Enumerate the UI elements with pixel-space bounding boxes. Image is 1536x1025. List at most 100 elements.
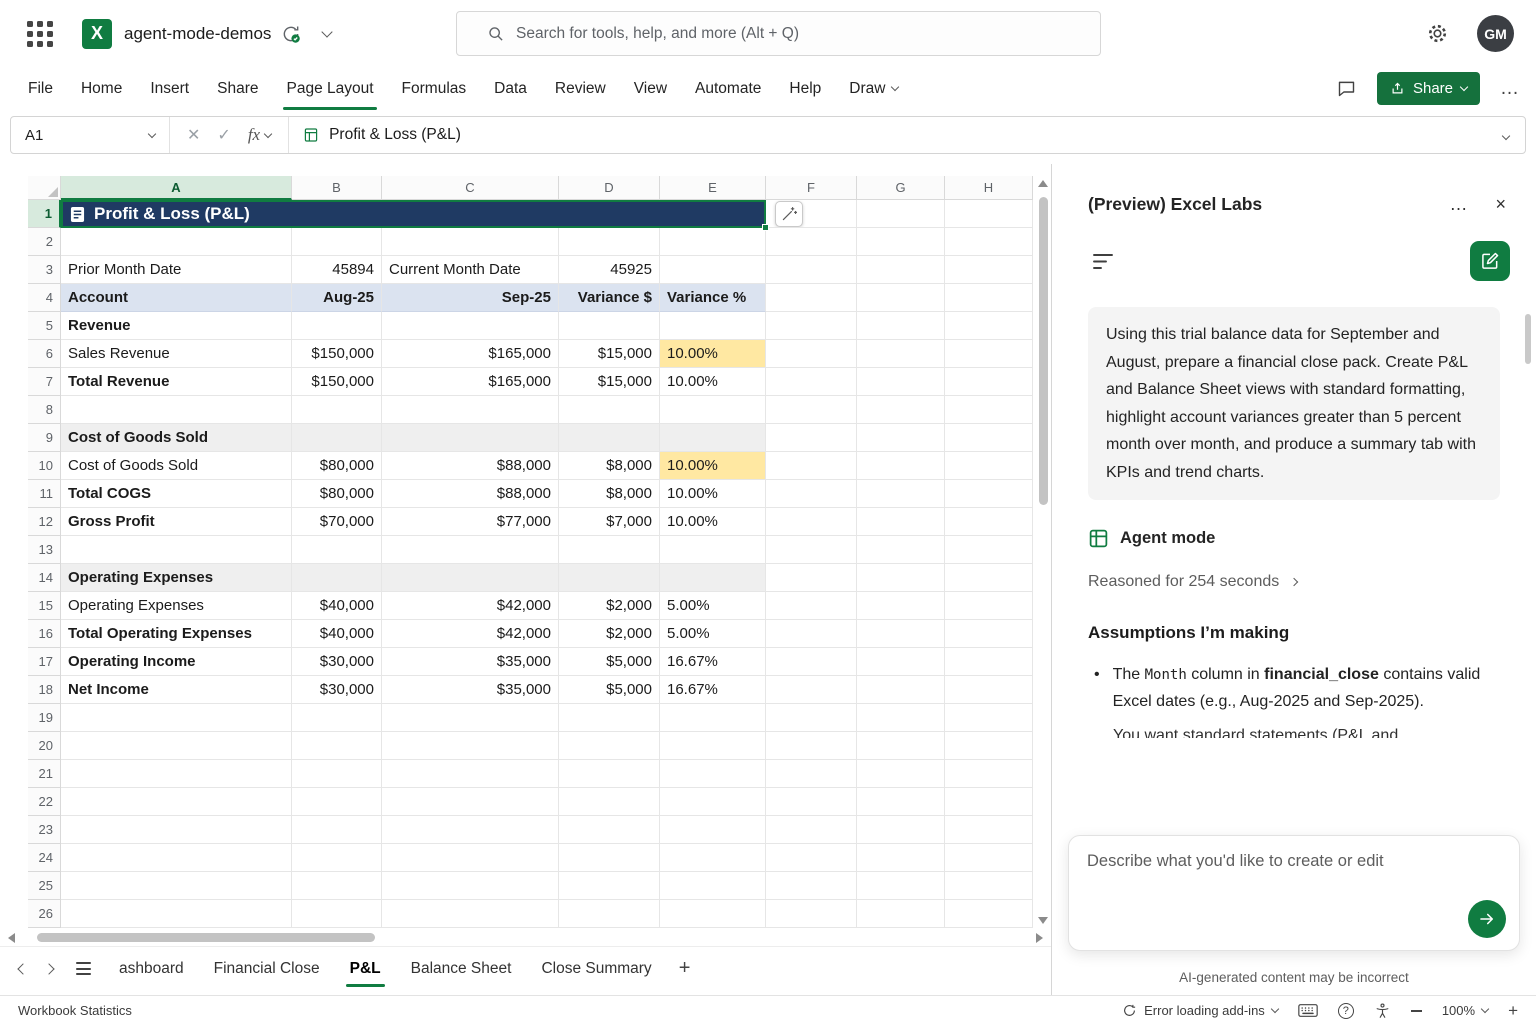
cell-A19[interactable] (61, 704, 292, 732)
cell-G19[interactable] (857, 704, 945, 732)
fill-handle[interactable] (762, 224, 769, 231)
cell-G9[interactable] (857, 424, 945, 452)
cell-D25[interactable] (559, 872, 660, 900)
cell-A8[interactable] (61, 396, 292, 424)
row-header-7[interactable]: 7 (28, 368, 61, 396)
cell-G13[interactable] (857, 536, 945, 564)
cell-F16[interactable] (766, 620, 857, 648)
horizontal-scroll-track[interactable] (23, 933, 1028, 943)
row-header-25[interactable]: 25 (28, 872, 61, 900)
cell-B22[interactable] (292, 788, 382, 816)
cell-D3[interactable]: 45925 (559, 256, 660, 284)
cell-C14[interactable] (382, 564, 559, 592)
cell-H1[interactable] (945, 200, 1033, 228)
cell-D4[interactable]: Variance $ (559, 284, 660, 312)
menu-tab-review[interactable]: Review (541, 67, 620, 110)
cell-F12[interactable] (766, 508, 857, 536)
vertical-scrollbar[interactable] (1035, 176, 1051, 928)
cell-B19[interactable] (292, 704, 382, 732)
cell-F2[interactable] (766, 228, 857, 256)
row-header-20[interactable]: 20 (28, 732, 61, 760)
cell-D22[interactable] (559, 788, 660, 816)
row-header-8[interactable]: 8 (28, 396, 61, 424)
cell-E4[interactable]: Variance % (660, 284, 766, 312)
cell-A14[interactable]: Operating Expenses (61, 564, 292, 592)
cell-C12[interactable]: $77,000 (382, 508, 559, 536)
row-header-18[interactable]: 18 (28, 676, 61, 704)
row-header-22[interactable]: 22 (28, 788, 61, 816)
cell-E8[interactable] (660, 396, 766, 424)
cell-F15[interactable] (766, 592, 857, 620)
workbook-title[interactable]: agent-mode-demos (124, 24, 271, 44)
horizontal-scrollbar[interactable] (0, 930, 1051, 946)
scroll-right-arrow-icon[interactable] (1036, 933, 1043, 943)
cell-B13[interactable] (292, 536, 382, 564)
cell-D24[interactable] (559, 844, 660, 872)
pane-scroll-thumb[interactable] (1525, 314, 1531, 364)
cell-D12[interactable]: $7,000 (559, 508, 660, 536)
row-header-5[interactable]: 5 (28, 312, 61, 340)
settings-gear-icon[interactable] (1426, 22, 1449, 45)
cell-D13[interactable] (559, 536, 660, 564)
cell-B10[interactable]: $80,000 (292, 452, 382, 480)
cell-B8[interactable] (292, 396, 382, 424)
cell-D16[interactable]: $2,000 (559, 620, 660, 648)
cell-B20[interactable] (292, 732, 382, 760)
cell-C8[interactable] (382, 396, 559, 424)
cell-E5[interactable] (660, 312, 766, 340)
reasoned-expand-chevron-icon[interactable] (1290, 578, 1298, 586)
horizontal-scroll-thumb[interactable] (37, 933, 375, 942)
cell-C21[interactable] (382, 760, 559, 788)
cell-A2[interactable] (61, 228, 292, 256)
cell-H6[interactable] (945, 340, 1033, 368)
column-header-D[interactable]: D (559, 176, 660, 200)
cell-A16[interactable]: Total Operating Expenses (61, 620, 292, 648)
cell-C6[interactable]: $165,000 (382, 340, 559, 368)
cell-F23[interactable] (766, 816, 857, 844)
cell-F8[interactable] (766, 396, 857, 424)
row-header-1[interactable]: 1 (28, 200, 61, 228)
new-sheet-button[interactable]: + (679, 957, 691, 980)
pane-close-icon[interactable]: × (1495, 194, 1506, 215)
cell-G22[interactable] (857, 788, 945, 816)
cell-B6[interactable]: $150,000 (292, 340, 382, 368)
cell-G17[interactable] (857, 648, 945, 676)
cell-E20[interactable] (660, 732, 766, 760)
row-header-19[interactable]: 19 (28, 704, 61, 732)
cell-A7[interactable]: Total Revenue (61, 368, 292, 396)
cell-F6[interactable] (766, 340, 857, 368)
cell-B4[interactable]: Aug-25 (292, 284, 382, 312)
cell-F25[interactable] (766, 872, 857, 900)
cell-G18[interactable] (857, 676, 945, 704)
cell-B21[interactable] (292, 760, 382, 788)
cell-E17[interactable]: 16.67% (660, 648, 766, 676)
cell-F24[interactable] (766, 844, 857, 872)
cell-F1[interactable] (766, 200, 857, 228)
cell-G2[interactable] (857, 228, 945, 256)
row-header-21[interactable]: 21 (28, 760, 61, 788)
menu-tab-help[interactable]: Help (775, 67, 835, 110)
cell-H26[interactable] (945, 900, 1033, 928)
row-header-2[interactable]: 2 (28, 228, 61, 256)
cell-C18[interactable]: $35,000 (382, 676, 559, 704)
cell-H9[interactable] (945, 424, 1033, 452)
column-header-C[interactable]: C (382, 176, 559, 200)
row-header-4[interactable]: 4 (28, 284, 61, 312)
cell-F21[interactable] (766, 760, 857, 788)
menu-tab-home[interactable]: Home (67, 67, 136, 110)
menu-tab-automate[interactable]: Automate (681, 67, 775, 110)
row-header-17[interactable]: 17 (28, 648, 61, 676)
formula-input[interactable]: Profit & Loss (P&L) (289, 126, 1503, 144)
menu-tab-draw[interactable]: Draw (835, 67, 912, 110)
cell-B15[interactable]: $40,000 (292, 592, 382, 620)
reasoned-row[interactable]: Reasoned for 254 seconds (1088, 573, 1500, 591)
cell-E25[interactable] (660, 872, 766, 900)
cell-E15[interactable]: 5.00% (660, 592, 766, 620)
cell-E6[interactable]: 10.00% (660, 340, 766, 368)
cell-A21[interactable] (61, 760, 292, 788)
cell-G10[interactable] (857, 452, 945, 480)
cell-H24[interactable] (945, 844, 1033, 872)
chat-input[interactable]: Describe what you'd like to create or ed… (1068, 835, 1520, 951)
row-header-16[interactable]: 16 (28, 620, 61, 648)
cell-A3[interactable]: Prior Month Date (61, 256, 292, 284)
